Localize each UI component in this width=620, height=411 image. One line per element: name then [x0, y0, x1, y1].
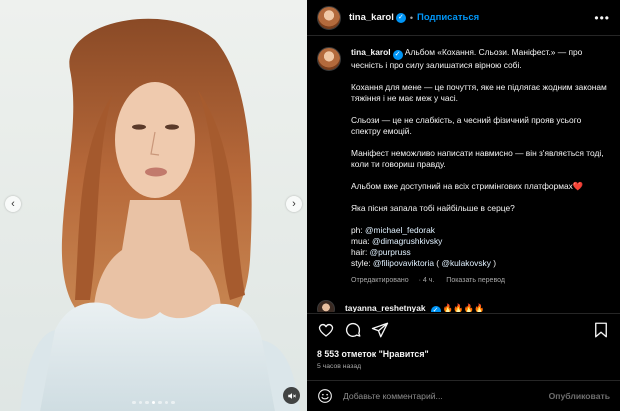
verified-badge-icon: ✓ [395, 12, 406, 23]
previous-slide-button[interactable]: ‹ [5, 196, 21, 212]
avatar[interactable] [317, 47, 341, 71]
post-timestamp[interactable]: 5 часов назад [317, 363, 361, 370]
publish-button[interactable]: Опубликовать [549, 391, 610, 401]
action-bar [307, 313, 620, 345]
heart-icon[interactable] [317, 321, 335, 339]
slide-dot [171, 400, 175, 404]
follow-button[interactable]: Подписаться [417, 12, 479, 23]
verified-badge-icon: ✓ [430, 305, 441, 312]
caption-meta: Отредактировано · 4 ч. Показать перевод [351, 277, 505, 284]
mention-link[interactable]: @purpruss [370, 247, 411, 257]
mention-link[interactable]: @michael_fedorak [365, 225, 435, 235]
caption-username[interactable]: tina_karol [351, 47, 391, 57]
slide-dot [158, 400, 162, 404]
post-panel: tina_karol ✓ • Подписаться ••• tina_karo… [307, 0, 620, 411]
caption-body: tina_karol ✓ Альбом «Кохання. Сльози. Ман… [351, 47, 608, 286]
emoji-icon[interactable] [317, 388, 333, 404]
caption-age: 4 ч. [422, 277, 435, 284]
speaker-muted-icon [287, 392, 296, 399]
comment-username[interactable]: tayanna_reshetnyak [345, 303, 426, 313]
bookmark-icon[interactable] [592, 321, 610, 339]
comments-section[interactable]: tina_karol ✓ Альбом «Кохання. Сльози. Ман… [307, 37, 620, 312]
verified-badge-icon: ✓ [392, 50, 403, 60]
header-separator: • [409, 12, 414, 23]
comment-icon[interactable] [344, 321, 362, 339]
likes-text: отметок "Нравится" [341, 349, 429, 359]
edited-label: Отредактировано [351, 277, 409, 284]
slide-dot [151, 400, 156, 404]
slide-dot [145, 400, 149, 404]
show-translation-link[interactable]: Показать перевод [446, 277, 505, 284]
post-header: tina_karol ✓ • Подписаться ••• [307, 0, 620, 36]
next-slide-button[interactable]: › [286, 196, 302, 212]
caption-paragraph: Сльози — це не слабкість, а чесний фізич… [351, 115, 582, 136]
credit-label: mua: [351, 236, 372, 246]
caption: tina_karol ✓ Альбом «Кохання. Сльози. Ман… [317, 47, 608, 286]
slide-dot [164, 400, 169, 404]
slide-dot [132, 400, 136, 404]
comment-item: tayanna_reshetnyak ✓ 🔥🔥🔥🔥 [317, 300, 608, 312]
mention-link[interactable]: @filipovaviktoria [373, 258, 434, 268]
likes-count[interactable]: 8 553 отметок "Нравится" [317, 349, 429, 359]
share-icon[interactable] [371, 321, 389, 339]
caption-paragraph: Маніфест неможливо написати навмисно — в… [351, 148, 604, 169]
comment-input[interactable] [343, 391, 549, 401]
credit-label: style: [351, 258, 373, 268]
slide-indicator [0, 400, 307, 404]
likes-number: 8 553 [317, 349, 340, 359]
post-author-username[interactable]: tina_karol [349, 12, 394, 23]
mention-link[interactable]: @dimagrushkivsky [372, 236, 442, 246]
credit-punctuation: ) [490, 258, 497, 268]
credit-label: hair: [351, 247, 370, 257]
caption-credits: ph: @michael_fedorak mua: @dimagrushkivs… [351, 225, 608, 269]
credit-label: ph: [351, 225, 365, 235]
mute-button[interactable] [283, 387, 300, 404]
more-options-icon[interactable]: ••• [594, 11, 610, 25]
avatar[interactable] [317, 5, 341, 30]
mention-link[interactable]: @kulakovsky [441, 258, 490, 268]
post-photo [20, 18, 300, 411]
avatar[interactable] [317, 300, 335, 312]
post-media[interactable]: ‹ › [0, 0, 307, 411]
comment-text: 🔥🔥🔥🔥 [442, 302, 485, 313]
heart-emoji: ❤️ [572, 181, 584, 191]
caption-paragraph: Кохання для мене — це почуття, яке не пі… [351, 82, 607, 103]
slide-dot [138, 400, 143, 404]
caption-album-line: Альбом вже доступний на всіх стримінгови… [351, 181, 573, 191]
caption-question: Яка пісня запала тобі найбільше в серце? [351, 203, 515, 213]
add-comment-bar: Опубликовать [307, 380, 620, 411]
